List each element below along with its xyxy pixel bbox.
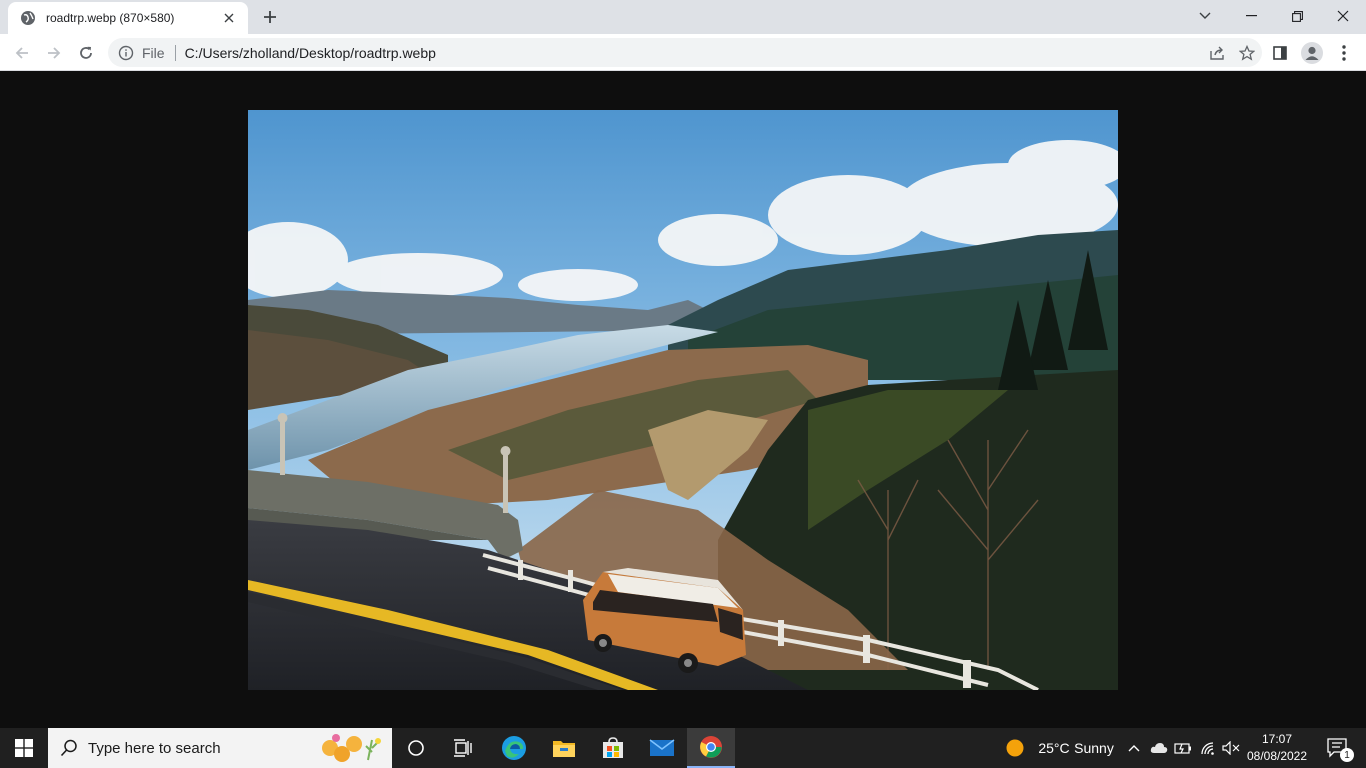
chrome-taskbar-icon[interactable] — [687, 728, 735, 768]
tab-strip: roadtrp.webp (870×580) — [0, 0, 1366, 34]
search-icon — [60, 739, 78, 757]
search-highlight-cats-icon — [316, 730, 388, 766]
windows-logo-icon — [15, 739, 33, 757]
windows-taskbar: Type here to search 25°C Sunny 17:07 08/… — [0, 728, 1366, 768]
start-button[interactable] — [0, 728, 48, 768]
profile-avatar-icon[interactable] — [1298, 39, 1326, 67]
separator — [174, 44, 176, 61]
taskbar-clock[interactable]: 17:07 08/08/2022 — [1240, 731, 1314, 765]
minimize-button[interactable] — [1228, 0, 1274, 32]
url-text[interactable]: C:/Users/zholland/Desktop/roadtrp.webp — [185, 45, 1202, 61]
browser-toolbar: File C:/Users/zholland/Desktop/roadtrp.w… — [0, 34, 1366, 71]
weather-condition[interactable]: Sunny — [1072, 728, 1116, 768]
tab-search-icon[interactable] — [1182, 0, 1228, 32]
volume-muted-icon[interactable] — [1220, 728, 1242, 768]
site-file-label: File — [142, 44, 165, 61]
notification-center-icon[interactable]: 1 — [1318, 728, 1358, 768]
microsoft-store-icon[interactable] — [589, 728, 637, 768]
mail-icon[interactable] — [638, 728, 686, 768]
battery-icon[interactable] — [1172, 728, 1194, 768]
side-panel-icon[interactable] — [1266, 39, 1294, 67]
taskbar-search-box[interactable]: Type here to search — [48, 728, 392, 768]
globe-icon — [20, 10, 36, 26]
image-viewer — [0, 71, 1366, 728]
forward-button[interactable] — [41, 40, 67, 66]
back-button[interactable] — [9, 40, 35, 66]
cortana-icon[interactable] — [393, 728, 439, 768]
menu-kebab-icon[interactable] — [1330, 39, 1358, 67]
sunny-weather-icon[interactable] — [1004, 728, 1026, 768]
clock-date: 08/08/2022 — [1246, 749, 1308, 763]
restore-button[interactable] — [1274, 0, 1320, 32]
search-placeholder: Type here to search — [88, 739, 221, 757]
close-window-button[interactable] — [1320, 0, 1366, 32]
share-icon[interactable] — [1202, 40, 1232, 66]
wifi-icon[interactable] — [1197, 728, 1219, 768]
weather-temp[interactable]: 25°C — [1034, 728, 1074, 768]
info-icon[interactable] — [118, 45, 134, 61]
file-explorer-icon[interactable] — [540, 728, 588, 768]
reload-button[interactable] — [73, 40, 99, 66]
edge-icon[interactable] — [490, 728, 538, 768]
chevron-up-icon[interactable] — [1124, 728, 1144, 768]
close-tab-icon[interactable] — [220, 9, 238, 27]
notification-badge: 1 — [1340, 748, 1354, 762]
onedrive-cloud-icon[interactable] — [1148, 728, 1170, 768]
clock-time: 17:07 — [1261, 732, 1293, 746]
bookmark-star-icon[interactable] — [1232, 40, 1262, 66]
tab-roadtrp[interactable]: roadtrp.webp (870×580) — [8, 2, 248, 34]
address-bar[interactable]: File C:/Users/zholland/Desktop/roadtrp.w… — [108, 38, 1262, 67]
tab-title: roadtrp.webp (870×580) — [46, 11, 175, 25]
task-view-icon[interactable] — [440, 728, 486, 768]
roadtrip-photo[interactable] — [248, 110, 1118, 690]
new-tab-button[interactable] — [258, 6, 282, 28]
